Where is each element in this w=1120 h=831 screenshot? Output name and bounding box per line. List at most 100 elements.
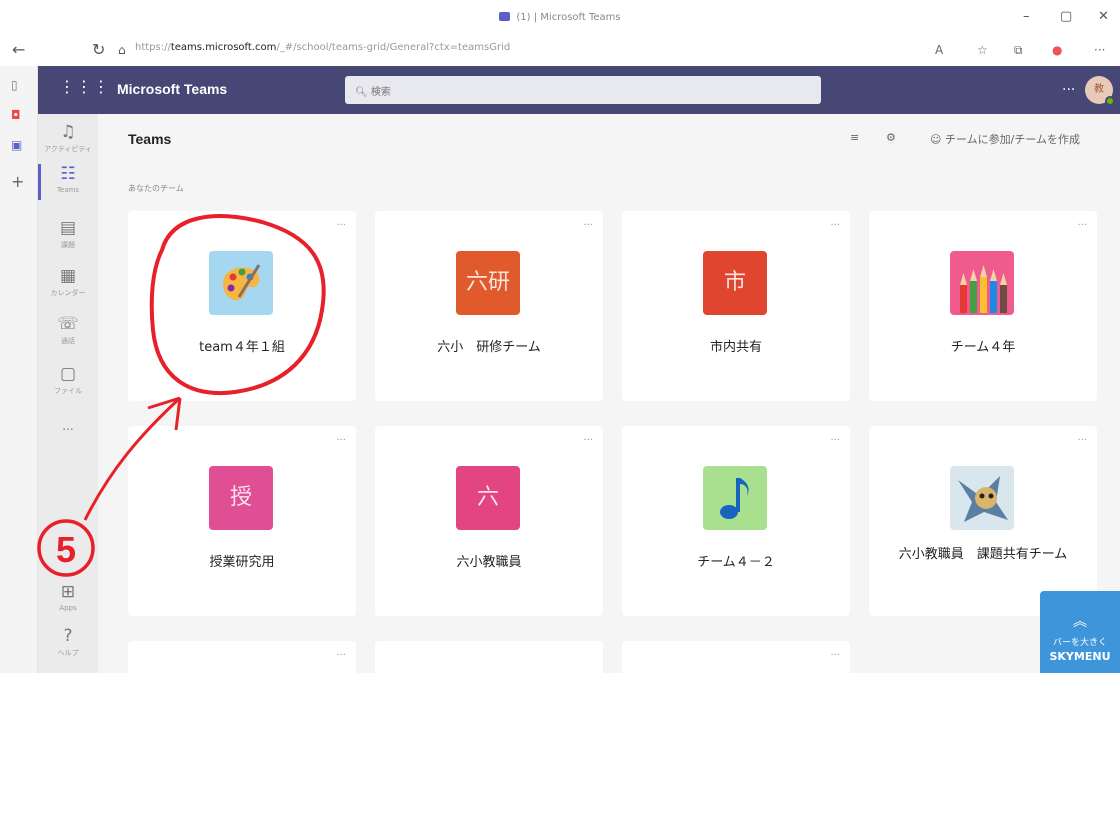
team-more-button[interactable]: ... (1077, 432, 1087, 443)
team-name: 六小教職員 課題共有チーム (898, 547, 1068, 562)
team-card[interactable]: ... 市 市内共有 (622, 211, 850, 401)
team-tile: 六研 (456, 251, 520, 315)
status-dot (1105, 96, 1115, 106)
team-card[interactable]: ... チーム４－２ (622, 426, 850, 616)
team-more-button[interactable]: ... (830, 217, 840, 228)
calendar-icon: ▦ (59, 266, 77, 286)
team-more-button[interactable]: ... (583, 432, 593, 443)
bell-icon: ♫ (60, 122, 76, 142)
back-icon[interactable]: ← (12, 40, 25, 59)
teams-grid-pane: Teams ≡ ⚙ ☺ チームに参加/チームを作成 あなたのチーム ... te… (98, 114, 1120, 831)
team-card[interactable]: ... team４年１組 (128, 211, 356, 401)
rail-item-activity[interactable]: ♫ アクティビティ (38, 122, 98, 154)
browser-toolbar: ← ↻ ⌂ https://teams.microsoft.com/_#/sch… (0, 36, 1120, 66)
assignments-icon: ▤ (59, 218, 77, 238)
close-icon[interactable]: ✕ (1098, 9, 1109, 24)
rail-item-files[interactable]: ▢ ファイル (38, 364, 98, 396)
palette-icon (209, 251, 273, 315)
teams-icon: ☷ (60, 164, 76, 184)
team-more-button[interactable]: ... (830, 647, 840, 658)
url-prefix: https:// (135, 42, 171, 53)
team-tile: 授 (209, 466, 273, 530)
phone-icon: ☏ (57, 314, 79, 334)
rail-label-teams: Teams (56, 186, 80, 194)
team-tile: 六 (456, 466, 520, 530)
rail-label-help: ヘルプ (57, 649, 79, 657)
team-card[interactable]: ... 授 授業研究用 (128, 426, 356, 616)
url-path: /_#/school/teams-grid/General?ctx=teamsG… (276, 42, 511, 53)
team-more-button[interactable]: ... (583, 217, 593, 228)
address-bar[interactable]: https://teams.microsoft.com/_#/school/te… (135, 42, 510, 53)
page-title: Teams (128, 131, 172, 147)
apps-icon: ⊞ (60, 582, 76, 602)
rail-label-apps: Apps (59, 604, 77, 612)
profile-icon[interactable]: ● (1052, 43, 1062, 57)
favorites-icon[interactable]: ☆ (977, 43, 988, 57)
rail-item-teams[interactable]: ☷ Teams (38, 164, 98, 200)
team-more-button[interactable]: ... (1077, 217, 1087, 228)
skymenu-brand: SKYMENU (1049, 650, 1111, 663)
office-icon[interactable]: ◘ (11, 108, 21, 122)
rail-label-calls: 通話 (61, 337, 75, 345)
rail-item-assignments[interactable]: ▤ 課題 (38, 218, 98, 250)
team-card[interactable]: ... (622, 641, 850, 831)
team-name: 市内共有 (709, 340, 762, 355)
rail-item-calls[interactable]: ☏ 通話 (38, 314, 98, 346)
avatar-initial: 教 (1094, 84, 1104, 95)
music-note-icon (703, 466, 767, 530)
collections-icon[interactable]: ⧉ (1014, 43, 1023, 58)
teams-header: ⋮⋮⋮ Microsoft Teams 🔍︎ 検索 ... 教 (38, 66, 1120, 114)
minimize-icon[interactable]: – (1023, 9, 1030, 24)
skymenu-label: バーを大きく (1052, 638, 1107, 648)
read-aloud-icon[interactable]: A (935, 43, 943, 57)
expand-icon: ︽ (1073, 614, 1087, 630)
skymenu-widget[interactable]: ︽ バーを大きく SKYMENU (1040, 591, 1120, 673)
window-titlebar: (1) | Microsoft Teams – ▢ ✕ (0, 0, 1120, 36)
team-card[interactable]: ... 六 六小教職員 (375, 426, 603, 616)
join-create-label: チームに参加/チームを作成 (944, 133, 1081, 146)
teams-logo-icon (499, 12, 511, 21)
add-icon[interactable]: + (11, 172, 24, 191)
team-card[interactable]: ... 六研 六小 研修チーム (375, 211, 603, 401)
file-icon: ▢ (59, 364, 77, 384)
rail-label-calendar: カレンダー (50, 289, 86, 297)
rail-item-help[interactable]: ? ヘルプ (38, 626, 98, 658)
settings-gear-icon[interactable]: ⚙ (886, 131, 896, 144)
section-label: あなたのチーム (128, 184, 184, 193)
rail-label-assignments: 課題 (61, 241, 75, 249)
app-name: Microsoft Teams (117, 81, 228, 97)
rail-item-calendar[interactable]: ▦ カレンダー (38, 266, 98, 298)
refresh-icon[interactable]: ↻ (92, 40, 105, 59)
rail-label-activity: アクティビティ (44, 145, 92, 153)
team-name: team４年１組 (199, 340, 285, 355)
rail-more-button[interactable]: ... (38, 419, 98, 433)
team-more-button[interactable]: ... (830, 432, 840, 443)
join-create-button[interactable]: ☺ チームに参加/チームを作成 (930, 131, 1080, 147)
app-rail: ♫ アクティビティ ☷ Teams ▤ 課題 ▦ カレンダー ☏ 通話 ▢ ファイル ...… (38, 114, 98, 673)
app-launcher-icon[interactable]: ⋮⋮⋮ (59, 77, 110, 96)
team-name: 六小教職員 (456, 555, 522, 570)
team-more-button[interactable]: ... (336, 647, 346, 658)
team-name: チーム４－２ (697, 555, 775, 570)
team-card[interactable] (375, 641, 603, 831)
team-name: 六小 研修チーム (437, 340, 541, 355)
team-more-button[interactable]: ... (336, 432, 346, 443)
browser-more-icon[interactable]: ··· (1094, 43, 1105, 57)
team-tile: 市 (703, 251, 767, 315)
team-name: 授業研究用 (209, 555, 275, 570)
maximize-icon[interactable]: ▢ (1060, 9, 1072, 24)
header-more-button[interactable]: ... (1062, 78, 1075, 94)
rail-item-apps[interactable]: ⊞ Apps (38, 582, 98, 612)
teams-app-icon[interactable]: ▣ (11, 138, 22, 152)
search-input[interactable]: 🔍︎ 検索 (345, 76, 821, 104)
team-more-button[interactable]: ... (336, 217, 346, 228)
team-card[interactable]: ... (128, 641, 356, 831)
help-icon: ? (63, 626, 73, 646)
team-card[interactable]: ... 六小教職員 課題共有チーム (869, 426, 1097, 616)
tab-actions-icon[interactable]: ▯ (11, 78, 18, 92)
team-card[interactable]: ... チーム４年 (869, 211, 1097, 401)
avatar[interactable]: 教 (1085, 76, 1115, 106)
character-icon (950, 466, 1014, 530)
filter-icon[interactable]: ≡ (850, 131, 859, 144)
search-placeholder: 検索 (370, 87, 391, 98)
